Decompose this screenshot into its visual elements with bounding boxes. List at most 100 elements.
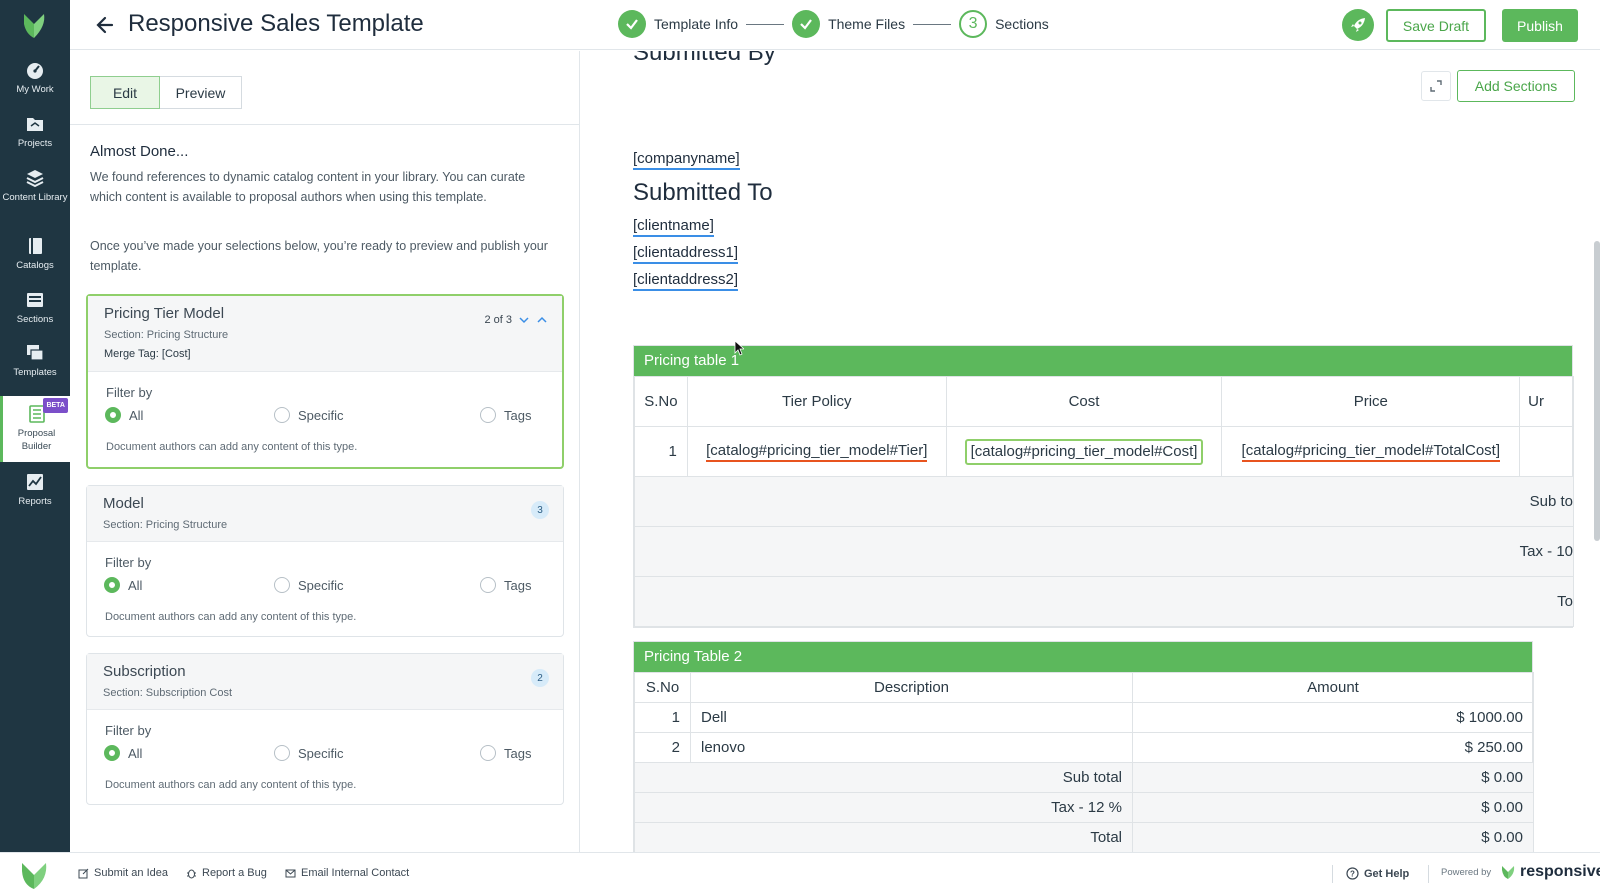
step-3-label[interactable]: Sections [995, 16, 1049, 32]
table-header-row: S.No Description Amount [634, 672, 1534, 703]
filter-note: Document authors can add any content of … [105, 779, 357, 791]
back-arrow-icon[interactable] [94, 14, 116, 36]
radio-label: All [128, 745, 143, 761]
save-draft-button[interactable]: Save Draft [1386, 9, 1486, 42]
radio-specific[interactable]: Specific [274, 745, 344, 761]
link-label: Get Help [1364, 867, 1410, 880]
submitted-by-heading: Submitted By [633, 51, 776, 66]
left-navigation: My Work Projects Content Library Catalog… [0, 0, 70, 852]
responsive-brand: responsive [1500, 863, 1600, 881]
card-header[interactable]: Pricing Tier Model Section: Pricing Stru… [88, 296, 562, 372]
card-header[interactable]: Subscription Section: Subscription Cost … [87, 654, 563, 710]
radio-all[interactable]: All [104, 577, 142, 593]
responsive-logo[interactable] [20, 12, 48, 40]
catalog-tag[interactable]: [catalog#pricing_tier_model#TotalCost] [1241, 442, 1501, 462]
publish-button[interactable]: Publish [1502, 9, 1578, 42]
stack-icon [26, 170, 44, 188]
preview-tab[interactable]: Preview [160, 76, 242, 109]
table-row: 2 lenovo $ 250.00 [634, 732, 1534, 763]
radio-all[interactable]: All [104, 745, 142, 761]
summary-row: Sub to [634, 476, 1574, 527]
radio-label: Specific [298, 407, 344, 423]
filter-label: Filter by [105, 555, 152, 570]
add-sections-button[interactable]: Add Sections [1457, 70, 1575, 102]
filter-note: Document authors can add any content of … [106, 441, 358, 453]
merge-tag-companyname[interactable]: [companyname] [633, 150, 740, 170]
col-header: Price [1221, 376, 1521, 427]
nav-label-templates: Templates [13, 367, 57, 378]
card-section: Section: Pricing Structure [104, 329, 229, 341]
summary-total: To [634, 576, 1574, 627]
nav-item-catalogs[interactable]: Catalogs [0, 236, 70, 276]
folder-icon [27, 118, 43, 131]
card-title: Pricing Tier Model [104, 305, 225, 322]
nav-item-reports[interactable]: Reports [0, 472, 70, 512]
nav-label-my-work: My Work [16, 84, 54, 95]
cell-amount: $ 250.00 [1132, 732, 1534, 763]
radio-label: All [128, 577, 143, 593]
radio-dot [274, 407, 290, 423]
scrollbar[interactable] [1594, 241, 1600, 541]
cell-description: Dell [690, 702, 1133, 733]
responsive-logo [1502, 866, 1515, 879]
svg-text:?: ? [1350, 870, 1355, 879]
intro-paragraph: We found references to dynamic catalog c… [90, 170, 526, 204]
summary-label: Sub total [634, 762, 1133, 793]
nav-item-sections[interactable]: Sections [0, 290, 70, 330]
report-bug-link[interactable]: Report a Bug [186, 867, 267, 879]
expand-icon[interactable] [1421, 71, 1451, 101]
get-help-link[interactable]: ? Get Help [1346, 867, 1409, 880]
catalog-tag-selected[interactable]: [catalog#pricing_tier_model#Cost] [964, 438, 1204, 465]
email-contact-link[interactable]: Email Internal Contact [285, 867, 409, 879]
radio-specific[interactable]: Specific [274, 577, 344, 593]
cell-amount: $ 1000.00 [1132, 702, 1534, 733]
radio-all[interactable]: All [105, 407, 143, 423]
summary-label: Tax - 12 % [634, 792, 1133, 823]
radio-tags[interactable]: Tags [480, 407, 531, 423]
cell-description: lenovo [690, 732, 1133, 763]
cell-cost[interactable]: [catalog#pricing_tier_model#Cost] [945, 426, 1223, 477]
rocket-icon[interactable] [1342, 9, 1374, 41]
summary-row: Sub total $ 0.00 [634, 762, 1534, 793]
summary-value: $ 0.00 [1132, 822, 1534, 852]
summary-tax: Tax - 10 [634, 526, 1574, 577]
nav-item-my-work[interactable]: My Work [0, 60, 70, 100]
cell-tier[interactable]: [catalog#pricing_tier_model#Tier] [686, 426, 947, 477]
summary-row: Total $ 0.00 [634, 822, 1534, 852]
page-title: Responsive Sales Template [128, 10, 424, 37]
catalog-tag[interactable]: [catalog#pricing_tier_model#Tier] [706, 442, 928, 462]
step-2-label[interactable]: Theme Files [828, 16, 905, 32]
book-icon [29, 238, 42, 254]
radio-tags[interactable]: Tags [480, 577, 531, 593]
nav-item-templates[interactable]: Templates [0, 343, 70, 383]
merge-tag-clientaddress1[interactable]: [clientaddress1] [633, 244, 739, 264]
nav-item-projects[interactable]: Projects [0, 114, 70, 154]
brand-name: responsive [1520, 863, 1600, 880]
cell-price[interactable]: [catalog#pricing_tier_model#TotalCost] [1221, 426, 1521, 477]
col-header: Ur [1519, 376, 1574, 427]
col-header: Amount [1132, 672, 1534, 703]
summary-row: Tax - 10 [634, 526, 1574, 577]
pricing-table-1-title: Pricing table 1 [634, 346, 1572, 376]
step-2-check-icon [792, 10, 821, 38]
radio-tags[interactable]: Tags [480, 745, 531, 761]
radio-dot-selected [105, 407, 121, 423]
radio-dot [480, 577, 496, 593]
chevron-down-icon[interactable] [518, 314, 530, 326]
instruction-paragraph: Once you’ve made your selections below, … [90, 239, 548, 273]
catalog-card-model: Model Section: Pricing Structure 3 Filte… [86, 485, 564, 637]
submit-idea-link[interactable]: Submit an Idea [78, 867, 168, 879]
nav-item-proposal-builder[interactable]: BETA Proposal Builder [0, 396, 70, 462]
responsive-logo [22, 863, 47, 889]
card-header[interactable]: Model Section: Pricing Structure 3 [87, 486, 563, 542]
step-1-label[interactable]: Template Info [654, 16, 738, 32]
step-connector [746, 23, 785, 25]
col-header: Cost [945, 376, 1223, 427]
radio-specific[interactable]: Specific [274, 407, 344, 423]
chevron-up-icon[interactable] [536, 314, 548, 326]
nav-item-content-library[interactable]: Content Library [0, 168, 70, 220]
merge-tag-clientaddress2[interactable]: [clientaddress2] [633, 271, 739, 291]
edit-tab[interactable]: Edit [90, 76, 160, 109]
pricing-table-1: Pricing table 1 S.No Tier Policy Cost Pr… [633, 345, 1574, 628]
merge-tag-clientname[interactable]: [clientname] [633, 217, 714, 237]
